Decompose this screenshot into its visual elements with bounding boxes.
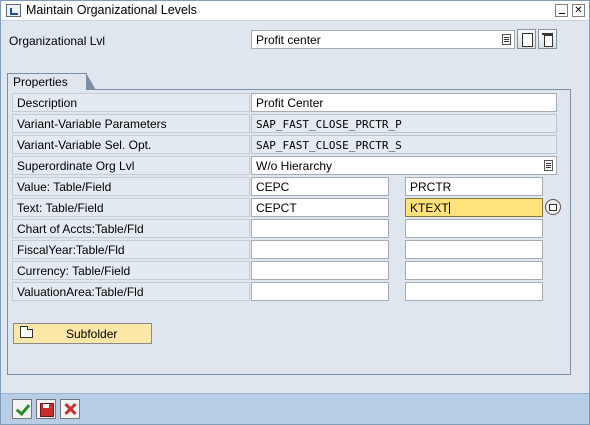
dialog-window: Maintain Organizational Levels ✕ Organiz… bbox=[0, 0, 590, 425]
org-level-value: Profit center bbox=[256, 33, 321, 47]
check-icon[interactable] bbox=[12, 399, 32, 419]
new-document-button[interactable] bbox=[517, 29, 536, 49]
currency-field-input[interactable] bbox=[405, 261, 543, 280]
superordinate-select[interactable]: W/o Hierarchy bbox=[251, 156, 557, 175]
value-help-icon[interactable] bbox=[545, 199, 561, 215]
superordinate-label: Superordinate Org Lvl bbox=[12, 156, 250, 175]
value-field-input[interactable]: PRCTR bbox=[405, 177, 543, 196]
dropdown-list-icon[interactable] bbox=[502, 34, 511, 45]
text-table-field-label: Text: Table/Field bbox=[12, 198, 250, 217]
app-icon bbox=[6, 4, 21, 17]
valuation-area-field-input[interactable] bbox=[405, 282, 543, 301]
chart-of-accts-label: Chart of Accts:Table/Fld bbox=[12, 219, 250, 238]
value-table-input[interactable]: CEPC bbox=[251, 177, 389, 196]
subfolder-label: Subfolder bbox=[66, 327, 118, 341]
valuation-area-table-input[interactable] bbox=[251, 282, 389, 301]
text-table-input[interactable]: CEPCT bbox=[251, 198, 389, 217]
org-level-select[interactable]: Profit center bbox=[251, 30, 515, 49]
chart-of-accts-table-input[interactable] bbox=[251, 219, 389, 238]
delete-button[interactable] bbox=[538, 29, 557, 49]
org-level-label: Organizational Lvl bbox=[9, 34, 106, 48]
description-input[interactable]: Profit Center bbox=[251, 93, 557, 112]
close-button[interactable]: ✕ bbox=[572, 4, 585, 17]
folder-icon bbox=[20, 326, 33, 338]
value-table-field-label: Value: Table/Field bbox=[12, 177, 250, 196]
chart-of-accts-field-input[interactable] bbox=[405, 219, 543, 238]
cancel-icon[interactable] bbox=[60, 399, 80, 419]
save-icon[interactable] bbox=[36, 399, 56, 419]
valuation-area-label: ValuationArea:Table/Fld bbox=[12, 282, 250, 301]
text-field-input[interactable]: KTEXT bbox=[405, 198, 543, 217]
variant-params-field: SAP_FAST_CLOSE_PRCTR_P bbox=[251, 114, 557, 133]
fiscal-year-table-input[interactable] bbox=[251, 240, 389, 259]
description-label: Description bbox=[12, 93, 250, 112]
text-caret bbox=[448, 202, 450, 214]
variant-params-label: Variant-Variable Parameters bbox=[12, 114, 250, 133]
currency-table-input[interactable] bbox=[251, 261, 389, 280]
window-title: Maintain Organizational Levels bbox=[26, 3, 197, 17]
subfolder-button[interactable]: Subfolder bbox=[13, 323, 152, 344]
currency-label: Currency: Table/Field bbox=[12, 261, 250, 280]
fiscal-year-field-input[interactable] bbox=[405, 240, 543, 259]
bottom-toolbar bbox=[1, 393, 589, 424]
properties-tab-label: Properties bbox=[13, 75, 68, 89]
minimize-button[interactable] bbox=[555, 4, 568, 17]
title-bar: Maintain Organizational Levels ✕ bbox=[1, 1, 589, 21]
superordinate-value: W/o Hierarchy bbox=[256, 159, 333, 173]
variant-selopt-field: SAP_FAST_CLOSE_PRCTR_S bbox=[251, 135, 557, 154]
tab-connector bbox=[8, 88, 86, 91]
dropdown-list-icon[interactable] bbox=[544, 160, 553, 171]
text-field-value: KTEXT bbox=[410, 201, 449, 215]
variant-selopt-label: Variant-Variable Sel. Opt. bbox=[12, 135, 250, 154]
fiscal-year-label: FiscalYear:Table/Fld bbox=[12, 240, 250, 259]
